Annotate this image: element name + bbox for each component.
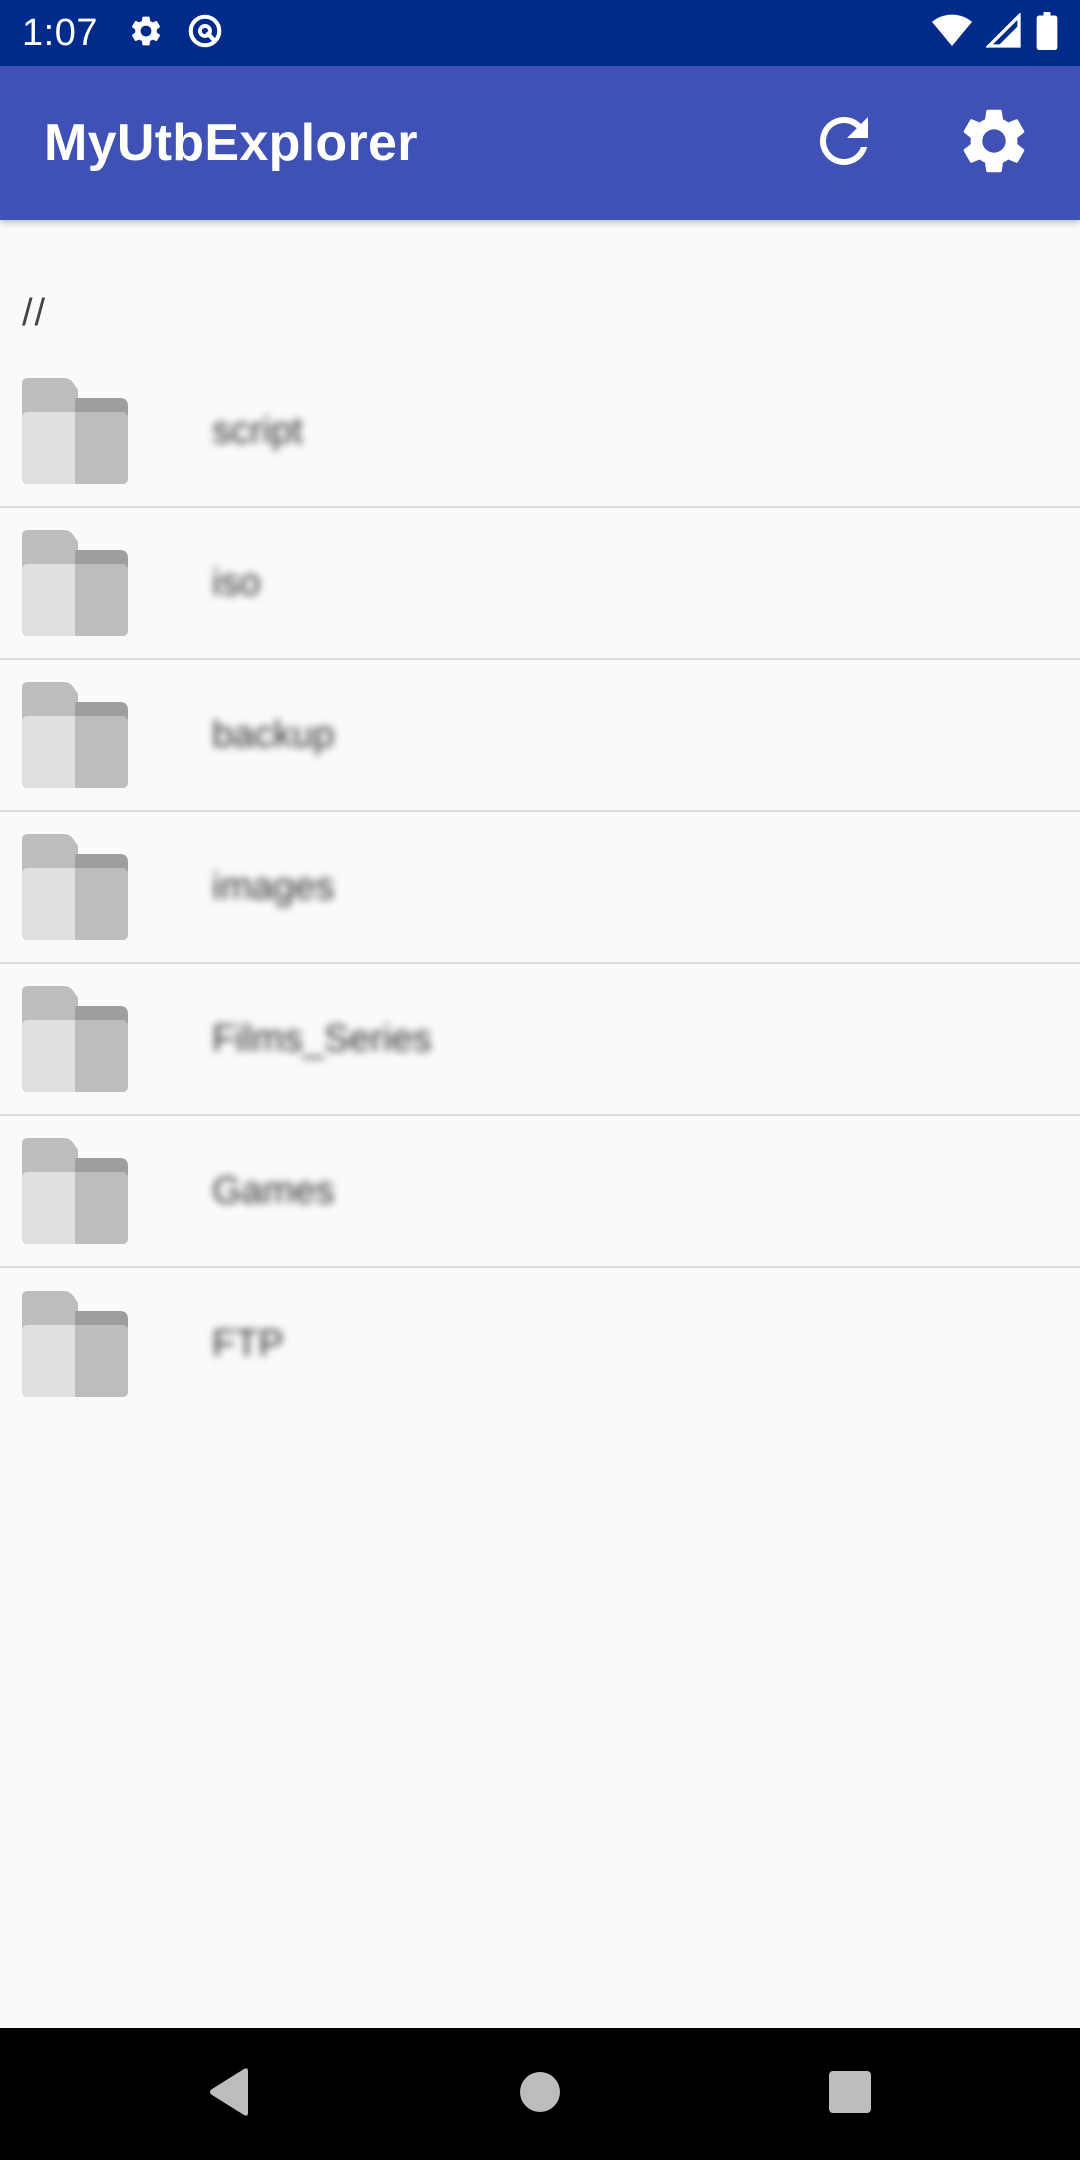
back-button[interactable]	[75, 2028, 385, 2160]
list-item-folder[interactable]: iso	[0, 508, 1080, 660]
file-list: script iso backup images Films_Series Ga…	[0, 356, 1080, 1420]
home-icon	[519, 2071, 561, 2118]
app-actions	[784, 83, 1080, 203]
gear-icon	[128, 13, 164, 54]
file-name: Games	[212, 1169, 335, 1212]
folder-icon	[22, 1138, 128, 1244]
status-bar: 1:07	[0, 0, 1080, 66]
file-name: images	[212, 865, 335, 908]
list-item-folder[interactable]: script	[0, 356, 1080, 508]
phone-screen: 1:07 MyUtbExplorer // script iso backup …	[0, 0, 1080, 2160]
status-right-icons	[932, 11, 1058, 55]
recents-icon	[829, 2070, 871, 2118]
file-name: Films_Series	[212, 1017, 432, 1060]
status-time: 1:07	[22, 11, 98, 54]
list-item-folder[interactable]: Games	[0, 1116, 1080, 1268]
folder-icon	[22, 986, 128, 1092]
settings-icon	[955, 102, 1033, 185]
file-name: script	[212, 409, 303, 452]
folder-icon	[22, 378, 128, 484]
file-name: FTP	[212, 1322, 284, 1365]
list-item-folder[interactable]: Films_Series	[0, 964, 1080, 1116]
home-button[interactable]	[385, 2028, 695, 2160]
app-title: MyUtbExplorer	[44, 114, 418, 172]
folder-icon	[22, 834, 128, 940]
list-item-folder[interactable]: images	[0, 812, 1080, 964]
refresh-button[interactable]	[784, 83, 904, 203]
app-bar: MyUtbExplorer	[0, 66, 1080, 220]
signal-icon	[985, 11, 1022, 54]
current-path: //	[22, 292, 48, 334]
file-name: iso	[212, 561, 261, 604]
navigation-bar	[0, 2028, 1080, 2160]
file-name: backup	[212, 713, 335, 756]
list-item-folder[interactable]: FTP	[0, 1268, 1080, 1420]
battery-icon	[1036, 11, 1058, 55]
status-left-icons	[128, 12, 224, 55]
folder-icon	[22, 530, 128, 636]
wifi-icon	[932, 13, 972, 54]
refresh-icon	[808, 105, 880, 182]
back-icon	[208, 2067, 252, 2122]
recents-button[interactable]	[695, 2028, 1005, 2160]
list-item-folder[interactable]: backup	[0, 660, 1080, 812]
data-saver-icon	[186, 12, 224, 55]
folder-icon	[22, 1291, 128, 1397]
settings-button[interactable]	[934, 83, 1054, 203]
folder-icon	[22, 682, 128, 788]
